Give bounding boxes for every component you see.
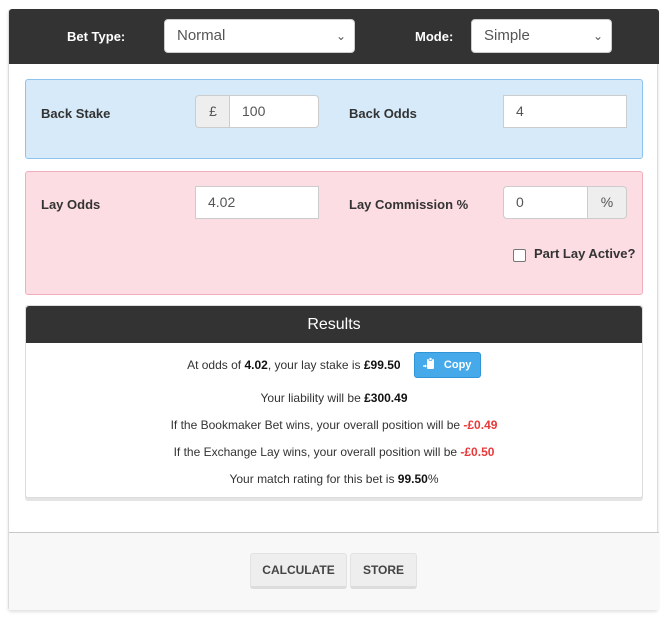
results-title: Results [26, 306, 642, 343]
lay-odds-label: Lay Odds [41, 197, 101, 212]
lay-bet-panel: Lay Odds 4.02 Lay Commission % 0 % Part … [25, 171, 643, 295]
bet-type-select[interactable]: Normal ⌄ [164, 19, 355, 53]
back-stake-input[interactable]: 100 [229, 95, 319, 128]
lay-odds-value: 4.02 [244, 358, 268, 373]
match-rating-value: 99.50 [397, 472, 428, 486]
action-footer: CALCULATE STORE [9, 532, 659, 610]
settings-bar: Bet Type: Normal ⌄ Mode: Simple ⌄ [9, 9, 659, 64]
results-panel: Results At odds of 4.02, your lay stake … [25, 305, 643, 498]
chevron-down-icon: ⌄ [592, 29, 603, 43]
chevron-down-icon: ⌄ [335, 29, 346, 43]
mode-select[interactable]: Simple ⌄ [471, 19, 612, 53]
part-lay-label[interactable]: Part Lay Active? [534, 246, 635, 261]
exchange-wins-value: -£0.50 [460, 445, 495, 459]
bookmaker-wins-text: If the Bookmaker Bet wins, your overall … [170, 418, 464, 432]
lay-commission-input[interactable]: 0 [503, 186, 588, 219]
liability-value: £300.49 [364, 391, 408, 405]
lay-stake-text: At odds of [187, 358, 245, 373]
match-rating-suffix: % [427, 472, 439, 486]
calculator-card: Bet Type: Normal ⌄ Mode: Simple ⌄ Back S… [8, 9, 659, 610]
match-rating-text: Your match rating for this bet is [229, 472, 398, 486]
mode-value: Simple [484, 27, 530, 44]
match-rating-line: Your match rating for this bet is 99.50% [26, 472, 642, 486]
store-button[interactable]: STORE [350, 553, 417, 589]
bookmaker-wins-value: -£0.49 [463, 418, 498, 432]
part-lay-checkbox[interactable] [513, 249, 526, 262]
lay-stake-text-mid: , your lay stake is [267, 358, 364, 373]
copy-button[interactable]: Copy [413, 352, 481, 378]
bet-type-value: Normal [177, 27, 226, 44]
copy-label: Copy [443, 359, 472, 371]
lay-stake-line: At odds of 4.02, your lay stake is £99.5… [26, 352, 642, 379]
lay-stake-value: £99.50 [363, 358, 401, 373]
currency-addon: £ [195, 95, 230, 128]
back-bet-panel: Back Stake £ 100 Back Odds 4 [25, 79, 643, 159]
back-odds-label: Back Odds [349, 106, 417, 121]
percent-addon: % [587, 186, 627, 219]
calculate-button[interactable]: CALCULATE [250, 553, 347, 589]
exchange-wins-line: If the Exchange Lay wins, your overall p… [26, 445, 642, 459]
bookmaker-wins-line: If the Bookmaker Bet wins, your overall … [26, 418, 642, 432]
liability-line: Your liability will be £300.49 [26, 391, 642, 405]
liability-text: Your liability will be [260, 391, 365, 405]
lay-odds-input[interactable]: 4.02 [195, 186, 319, 219]
bet-type-label: Bet Type: [67, 29, 126, 44]
exchange-wins-text: If the Exchange Lay wins, your overall p… [173, 445, 461, 459]
lay-commission-label: Lay Commission % [349, 197, 469, 212]
back-odds-input[interactable]: 4 [503, 95, 627, 128]
clipboard-icon [422, 357, 434, 369]
back-stake-label: Back Stake [41, 106, 111, 121]
mode-label: Mode: [415, 29, 454, 44]
